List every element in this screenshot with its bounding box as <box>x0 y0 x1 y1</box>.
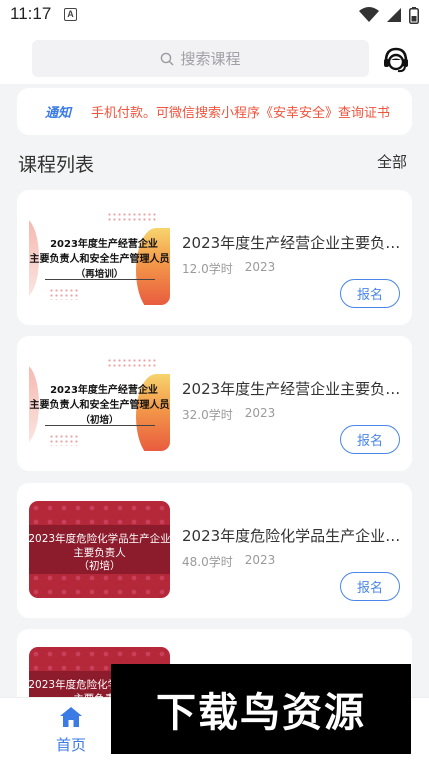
search-placeholder: 搜索课程 <box>180 50 241 68</box>
thumb-line-1: 2023年度生产经营企业 <box>50 385 158 396</box>
course-card[interactable]: 2023年度生产经营企业 主要负责人和安全生产管理人员 （初培） 2023年度生… <box>17 336 412 471</box>
status-time: 11:17 <box>10 4 52 23</box>
course-card[interactable]: 2023年度危险化学品生产企业 主要负责人 （初培） 2023年度危险化学品生产… <box>17 483 412 618</box>
view-all-link[interactable]: 全部 <box>377 151 407 172</box>
course-title: 2023年度生产经营企业主要负责人和安全生产管理人员（再培训） <box>182 234 402 252</box>
course-thumbnail: 2023年度危险化学品生产企业 主要负责人 （初培） <box>29 501 170 598</box>
thumb-line-3: （再培训） <box>75 269 124 280</box>
search-input[interactable]: 搜索课程 <box>32 40 369 77</box>
battery-icon <box>409 6 419 24</box>
enroll-button[interactable]: 报名 <box>340 425 400 454</box>
course-hours: 32.0学时 <box>182 408 233 422</box>
wifi-icon <box>359 7 379 22</box>
course-thumbnail: 2023年度生产经营企业 主要负责人和安全生产管理人员 （再培训） <box>29 208 170 305</box>
enroll-button[interactable]: 报名 <box>340 572 400 601</box>
course-meta: 12.0学时 2023 <box>182 260 275 277</box>
course-card[interactable]: 2023年度生产经营企业 主要负责人和安全生产管理人员 （再培训） 2023年度… <box>17 190 412 325</box>
tab-home-label: 首页 <box>55 736 86 754</box>
notice-tag: 通知 <box>45 106 72 121</box>
notification-a-icon: A <box>64 8 77 21</box>
header: 搜索课程 <box>0 32 429 84</box>
thumb-line-2: 主要负责人和安全生产管理人员 <box>29 400 170 411</box>
headset-icon[interactable] <box>382 46 410 74</box>
course-hours: 12.0学时 <box>182 262 233 276</box>
enroll-button[interactable]: 报名 <box>340 279 400 308</box>
course-hours: 48.0学时 <box>182 555 233 569</box>
section-title: 课程列表 <box>18 154 95 176</box>
tab-home[interactable]: 首页 <box>46 706 96 755</box>
status-bar: 11:17 A <box>0 0 429 32</box>
thumb-line-1: 2023年度生产经营企业 <box>50 239 158 250</box>
status-right-icons <box>359 6 419 24</box>
course-meta: 48.0学时 2023 <box>182 553 275 570</box>
course-year: 2023 <box>244 406 276 420</box>
course-year: 2023 <box>244 260 276 274</box>
thumb-line-2: 主要负责人和安全生产管理人员 <box>29 254 170 265</box>
notice-text: 手机付款。可微信搜索小程序《安幸安全》查询证书 <box>91 106 391 121</box>
home-icon <box>60 707 82 727</box>
signal-icon <box>387 8 401 22</box>
thumb-line-3: （初培） <box>78 560 121 572</box>
search-icon <box>161 52 174 65</box>
course-title: 2023年度危险化学品生产企业主要负责人（初培） <box>182 527 402 545</box>
thumb-line-1: 2023年度危险化学品生产企业 <box>29 533 170 545</box>
course-meta: 32.0学时 2023 <box>182 406 275 423</box>
thumb-line-3: （初培） <box>80 415 119 426</box>
watermark-overlay: 下载鸟资源 <box>111 664 411 754</box>
course-thumbnail: 2023年度生产经营企业 主要负责人和安全生产管理人员 （初培） <box>29 354 170 451</box>
course-year: 2023 <box>244 553 276 567</box>
course-title: 2023年度生产经营企业主要负责人和安全生产管理人员（初培） <box>182 380 402 398</box>
notice-bar[interactable]: 通知 手机付款。可微信搜索小程序《安幸安全》查询证书 <box>17 88 412 135</box>
